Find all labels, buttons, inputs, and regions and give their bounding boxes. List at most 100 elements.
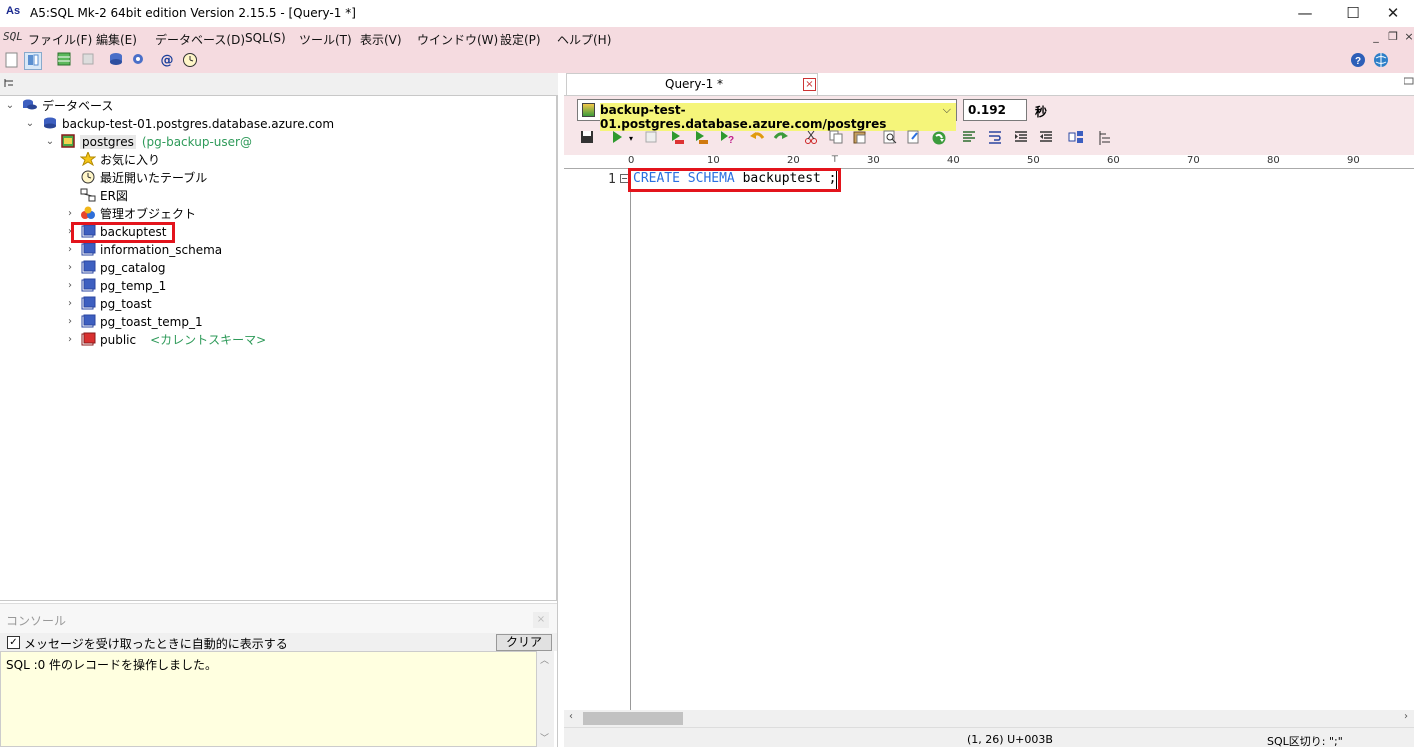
scroll-down-icon[interactable]: ﹀ — [540, 731, 549, 744]
ruler-label: 70 — [1187, 155, 1200, 166]
cut-icon[interactable] — [802, 130, 820, 148]
console-close-button[interactable]: × — [533, 612, 549, 628]
scroll-up-icon[interactable]: ︿ — [540, 653, 549, 666]
expand-chevron-icon[interactable]: › — [64, 262, 76, 273]
expand-chevron-icon[interactable]: ⌄ — [4, 100, 16, 111]
settings-gear-icon[interactable] — [129, 52, 147, 70]
save-icon[interactable] — [578, 130, 596, 148]
svg-text:?: ? — [1355, 56, 1361, 67]
scroll-left-icon[interactable]: ‹ — [569, 711, 573, 722]
clock-icon[interactable] — [181, 52, 199, 70]
console-scrollbar[interactable]: ︿ ﹀ — [537, 651, 554, 747]
tree-node-server[interactable]: backup-test-01.postgres.database.azure.c… — [42, 115, 334, 133]
clear-button[interactable]: クリア — [496, 634, 552, 651]
tree-node-databases[interactable]: データベース — [22, 97, 113, 115]
paste-icon[interactable] — [851, 130, 869, 148]
help-icon[interactable]: ? — [1349, 52, 1367, 70]
menu-view[interactable]: 表示(V) — [360, 31, 402, 48]
minimize-button[interactable]: — — [1282, 0, 1328, 27]
menu-help[interactable]: ヘルプ(H) — [557, 31, 611, 48]
expand-chevron-icon[interactable]: › — [64, 244, 76, 255]
tree-node-schema-pg-toast[interactable]: pg_toast — [80, 295, 152, 313]
schema-icon — [80, 296, 96, 310]
tree-toolbar — [0, 73, 558, 95]
undo-icon[interactable] — [748, 130, 766, 148]
console-options: ✓ メッセージを受け取ったときに自動的に表示する クリア — [0, 633, 557, 651]
ruler-label: 20 — [787, 155, 800, 166]
query-header: backup-test-01.postgres.database.azure.c… — [564, 95, 1414, 155]
at-icon[interactable]: @ — [158, 52, 176, 70]
run-dropdown-icon[interactable]: ▾ — [622, 130, 640, 148]
tree-node-recent-tables[interactable]: 最近開いたテーブル — [80, 169, 207, 187]
database-tree[interactable]: ⌄ データベース ⌄ backup-test-01.postgres.datab… — [0, 95, 557, 601]
new-document-icon[interactable] — [3, 52, 21, 70]
tree-node-favorites[interactable]: お気に入り — [79, 150, 160, 169]
scroll-right-icon[interactable]: › — [1404, 711, 1408, 722]
expand-chevron-icon[interactable]: › — [64, 298, 76, 309]
align-left-icon[interactable] — [960, 130, 978, 148]
wrap-icon[interactable] — [986, 130, 1004, 148]
collapse-tree-icon[interactable] — [3, 77, 15, 89]
main-toolbar: @ ? — [0, 49, 1414, 73]
tab-close-button[interactable]: × — [803, 78, 816, 91]
ruler-label: 50 — [1027, 155, 1040, 166]
menu-bar: SQL ファイル(F) 編集(E) データベース(D) SQL(S) ツール(T… — [0, 27, 1414, 49]
stop-icon[interactable] — [642, 130, 660, 148]
tree-node-schema-pg-toast-temp-1[interactable]: pg_toast_temp_1 — [80, 313, 203, 331]
scroll-thumb[interactable] — [583, 712, 683, 725]
expand-chevron-icon[interactable]: › — [64, 334, 76, 345]
tree-toggle-icon[interactable] — [24, 52, 42, 70]
menu-tools[interactable]: ツール(T) — [299, 31, 352, 48]
expand-chevron-icon[interactable]: › — [64, 208, 76, 219]
tree-node-postgres[interactable]: postgres (pg-backup-user@ — [60, 133, 252, 151]
star-icon — [79, 150, 97, 167]
run-to-csv-icon[interactable] — [692, 130, 710, 148]
table-icon[interactable] — [55, 52, 73, 70]
tree-node-admin-objects[interactable]: 管理オブジェクト — [80, 205, 196, 223]
sql-editor[interactable]: 1 − CREATE SCHEMA backuptest ; — [564, 168, 1414, 710]
menu-database[interactable]: データベース(D) — [155, 31, 245, 48]
connection-select[interactable]: backup-test-01.postgres.database.azure.c… — [577, 99, 957, 131]
expand-chevron-icon[interactable]: › — [64, 280, 76, 291]
cursor-position: (1, 26) U+003B — [967, 733, 1053, 746]
database-icon[interactable] — [107, 52, 125, 70]
globe-icon[interactable] — [1372, 52, 1390, 70]
tree-node-schema-pg-catalog[interactable]: pg_catalog — [80, 259, 166, 277]
replace-icon[interactable] — [905, 130, 923, 148]
indent-icon[interactable] — [1012, 130, 1030, 148]
copy-icon[interactable] — [827, 130, 845, 148]
menu-settings[interactable]: 設定(P) — [500, 31, 541, 48]
outline-icon[interactable] — [1096, 130, 1114, 148]
menu-edit[interactable]: 編集(E) — [96, 31, 137, 48]
query-builder-icon[interactable] — [1067, 130, 1085, 148]
tree-node-schema-pg-temp-1[interactable]: pg_temp_1 — [80, 277, 166, 295]
mdi-close-button[interactable]: × — [1401, 30, 1414, 46]
mdi-minimize-button[interactable]: _ — [1368, 30, 1384, 46]
find-icon[interactable] — [881, 130, 899, 148]
redo-icon[interactable] — [772, 130, 790, 148]
menu-sql[interactable]: SQL(S) — [245, 31, 286, 45]
expand-chevron-icon[interactable]: › — [64, 316, 76, 327]
tree-node-schema-public[interactable]: public <カレントスキーマ> — [80, 331, 266, 349]
expand-chevron-icon[interactable]: ⌄ — [24, 118, 36, 129]
outdent-icon[interactable] — [1037, 130, 1055, 148]
tree-node-er-diagram[interactable]: ER図 — [80, 187, 128, 205]
copy-table-icon[interactable] — [79, 52, 97, 70]
explain-icon[interactable]: ? — [718, 130, 736, 148]
console-log[interactable]: SQL :0 件のレコードを操作しました。 — [0, 651, 537, 747]
ruler-label: 40 — [947, 155, 960, 166]
jump-icon[interactable] — [930, 130, 948, 148]
mdi-restore-button[interactable]: ❐ — [1385, 30, 1401, 46]
menu-file[interactable]: ファイル(F) — [28, 31, 92, 48]
sql-icon: SQL — [3, 30, 23, 43]
menu-window[interactable]: ウインドウ(W) — [417, 31, 498, 48]
autoshow-checkbox[interactable]: ✓ — [7, 636, 20, 649]
tab-query-1[interactable]: Query-1 * × — [566, 73, 818, 95]
expand-chevron-icon[interactable]: ⌄ — [44, 136, 56, 147]
ruler-label: 90 — [1347, 155, 1360, 166]
pane-menu-icon[interactable] — [1403, 76, 1414, 86]
run-to-abb-icon[interactable] — [668, 130, 686, 148]
editor-horizontal-scrollbar[interactable]: ‹ › — [564, 710, 1414, 727]
tree-node-schema-information-schema[interactable]: information_schema — [80, 241, 222, 259]
close-button[interactable]: ✕ — [1370, 0, 1414, 27]
